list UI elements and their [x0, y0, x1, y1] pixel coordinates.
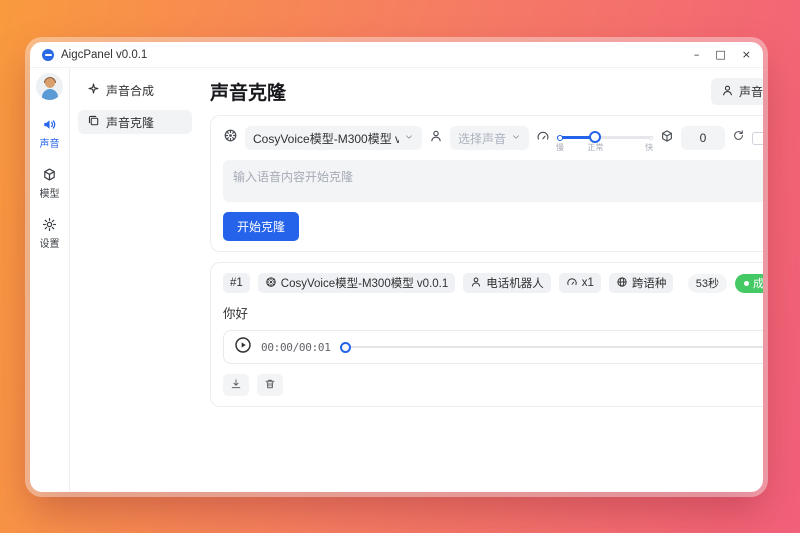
menu-item-label: 声音克隆	[106, 114, 154, 131]
player-time: 00:00/00:01	[261, 341, 331, 354]
audio-player: 00:00/00:01	[223, 330, 763, 364]
status-badge: 成功	[735, 274, 763, 293]
app-logo-icon	[42, 49, 54, 61]
player-progress-handle[interactable]	[340, 342, 351, 353]
seed-input[interactable]	[681, 126, 725, 150]
sparkle-icon	[87, 82, 100, 98]
copy-icon	[87, 114, 100, 130]
player-progress[interactable]	[340, 341, 763, 353]
menu-item-voice-clone[interactable]: 声音克隆	[78, 110, 192, 134]
gear-icon	[42, 217, 57, 232]
result-card: #1 CosyVoice模型-M300模型 v0.0.1 电话机器人	[210, 262, 763, 407]
voice-select[interactable]: 选择声音	[450, 126, 529, 150]
model-hub-icon	[265, 276, 277, 291]
secondary-menu: 声音合成 声音克隆	[70, 68, 200, 492]
minimize-button[interactable]: –	[694, 49, 700, 60]
sidebar-item-label: 声音	[40, 135, 60, 150]
clone-text-input[interactable]	[223, 160, 763, 202]
seed-box-icon	[660, 129, 674, 148]
cross-lingual-checkbox[interactable]	[752, 132, 763, 145]
speaker-icon	[42, 117, 57, 132]
refresh-icon[interactable]	[732, 129, 745, 147]
cube-icon	[42, 167, 57, 182]
maximize-button[interactable]: □	[715, 49, 725, 60]
speed-gauge-icon	[566, 276, 578, 291]
start-clone-button[interactable]: 开始克隆	[223, 212, 299, 241]
person-icon	[470, 276, 482, 291]
page-title: 声音克隆	[210, 78, 286, 105]
play-icon[interactable]	[234, 336, 252, 359]
sidebar-item-settings[interactable]: 设置	[40, 217, 60, 250]
sidebar-item-voice[interactable]: 声音	[40, 117, 60, 150]
chevron-down-icon	[511, 131, 521, 145]
speed-gauge-icon	[536, 129, 550, 148]
speed-label-fast: 快	[645, 142, 653, 153]
result-voice-badge: 电话机器人	[463, 273, 551, 293]
speed-label-normal: 正常	[587, 142, 603, 153]
menu-item-voice-synthesis[interactable]: 声音合成	[78, 78, 192, 102]
main-content: 声音克隆 声音角色 CosyVoice模型-M300模型 v0.0.1	[200, 68, 763, 492]
person-icon	[429, 129, 443, 148]
delete-button[interactable]	[257, 374, 283, 396]
person-icon	[721, 84, 734, 100]
trash-icon	[264, 378, 276, 393]
model-hub-icon	[223, 128, 238, 148]
chevron-down-icon	[404, 131, 414, 145]
primary-sidebar: 声音 模型 设置	[30, 68, 70, 492]
download-icon	[230, 378, 242, 393]
globe-icon	[616, 276, 628, 291]
sidebar-item-label: 模型	[40, 185, 60, 200]
duration-badge: 53秒	[688, 274, 727, 293]
result-index-badge: #1	[223, 273, 250, 293]
model-select[interactable]: CosyVoice模型-M300模型 v0.0.1	[245, 126, 422, 150]
speed-label-slow: 慢	[556, 142, 564, 153]
sidebar-item-label: 设置	[40, 235, 60, 250]
result-speed-badge: x1	[559, 273, 601, 293]
result-mode-badge: 跨语种	[609, 273, 674, 293]
titlebar: AigcPanel v0.0.1 – □ ×	[30, 42, 763, 68]
sidebar-item-model[interactable]: 模型	[40, 167, 60, 200]
speed-slider[interactable]: 慢 正常 快	[557, 126, 653, 150]
app-window: AigcPanel v0.0.1 – □ × 声音	[30, 42, 763, 492]
clone-form-card: CosyVoice模型-M300模型 v0.0.1 选择声音	[210, 115, 763, 252]
menu-item-label: 声音合成	[106, 82, 154, 99]
status-dot	[744, 281, 749, 286]
result-model-badge: CosyVoice模型-M300模型 v0.0.1	[258, 273, 455, 293]
app-title: AigcPanel v0.0.1	[61, 49, 147, 61]
voice-role-button[interactable]: 声音角色	[711, 78, 763, 105]
close-button[interactable]: ×	[742, 49, 751, 60]
avatar[interactable]	[36, 73, 63, 100]
download-button[interactable]	[223, 374, 249, 396]
result-text: 你好	[223, 303, 763, 322]
